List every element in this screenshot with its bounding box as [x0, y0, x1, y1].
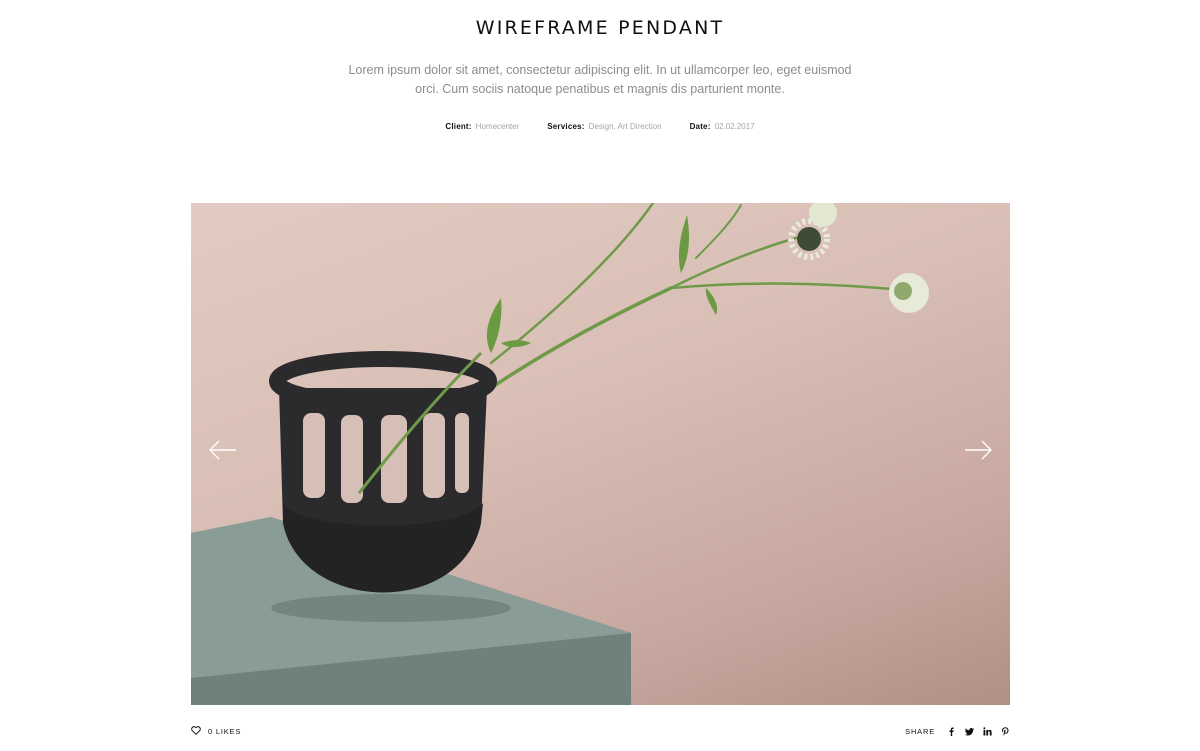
linkedin-icon[interactable] — [983, 726, 992, 736]
meta-date-value: 02.02.2017 — [714, 122, 755, 131]
meta-client-value: Homecenter — [475, 122, 520, 131]
slide-image — [191, 203, 929, 705]
likes-count: 0 — [208, 726, 213, 736]
share-label: SHARE — [905, 726, 935, 736]
flower-heads — [788, 203, 929, 313]
vessel — [269, 351, 497, 593]
twitter-icon[interactable] — [965, 727, 974, 736]
meta-services: Services: Design, Art Direction — [547, 122, 661, 131]
meta-client: Client: Homecenter — [445, 122, 519, 131]
meta-date-label: Date: — [689, 122, 711, 131]
meta-client-label: Client: — [445, 122, 472, 131]
likes-button[interactable]: 0 LIKES — [191, 725, 242, 737]
project-description: Lorem ipsum dolor sit amet, consectetur … — [348, 63, 852, 96]
project-title: WIREFRAME PENDANT — [475, 17, 725, 39]
leaves — [486, 215, 718, 353]
project-meta: Client: Homecenter Services: Design, Art… — [0, 122, 1200, 131]
pinterest-icon[interactable] — [1001, 726, 1010, 736]
meta-date: Date: 02.02.2017 — [690, 122, 755, 131]
portfolio-page: WIREFRAME PENDANT Lorem ipsum dolor sit … — [0, 0, 1200, 751]
meta-services-value: Design, Art Direction — [588, 122, 662, 131]
post-footer: 0 LIKES SHARE — [191, 723, 1010, 739]
share-bar: SHARE — [905, 727, 1010, 736]
facebook-icon[interactable] — [947, 727, 956, 736]
likes-label: LIKES — [215, 726, 242, 736]
heart-icon — [191, 725, 201, 737]
arrow-right-icon[interactable] — [963, 439, 993, 461]
meta-services-label: Services: — [547, 122, 585, 131]
vessel-shadow — [271, 594, 511, 622]
image-slider[interactable] — [191, 203, 1010, 705]
arrow-left-icon[interactable] — [208, 439, 238, 461]
